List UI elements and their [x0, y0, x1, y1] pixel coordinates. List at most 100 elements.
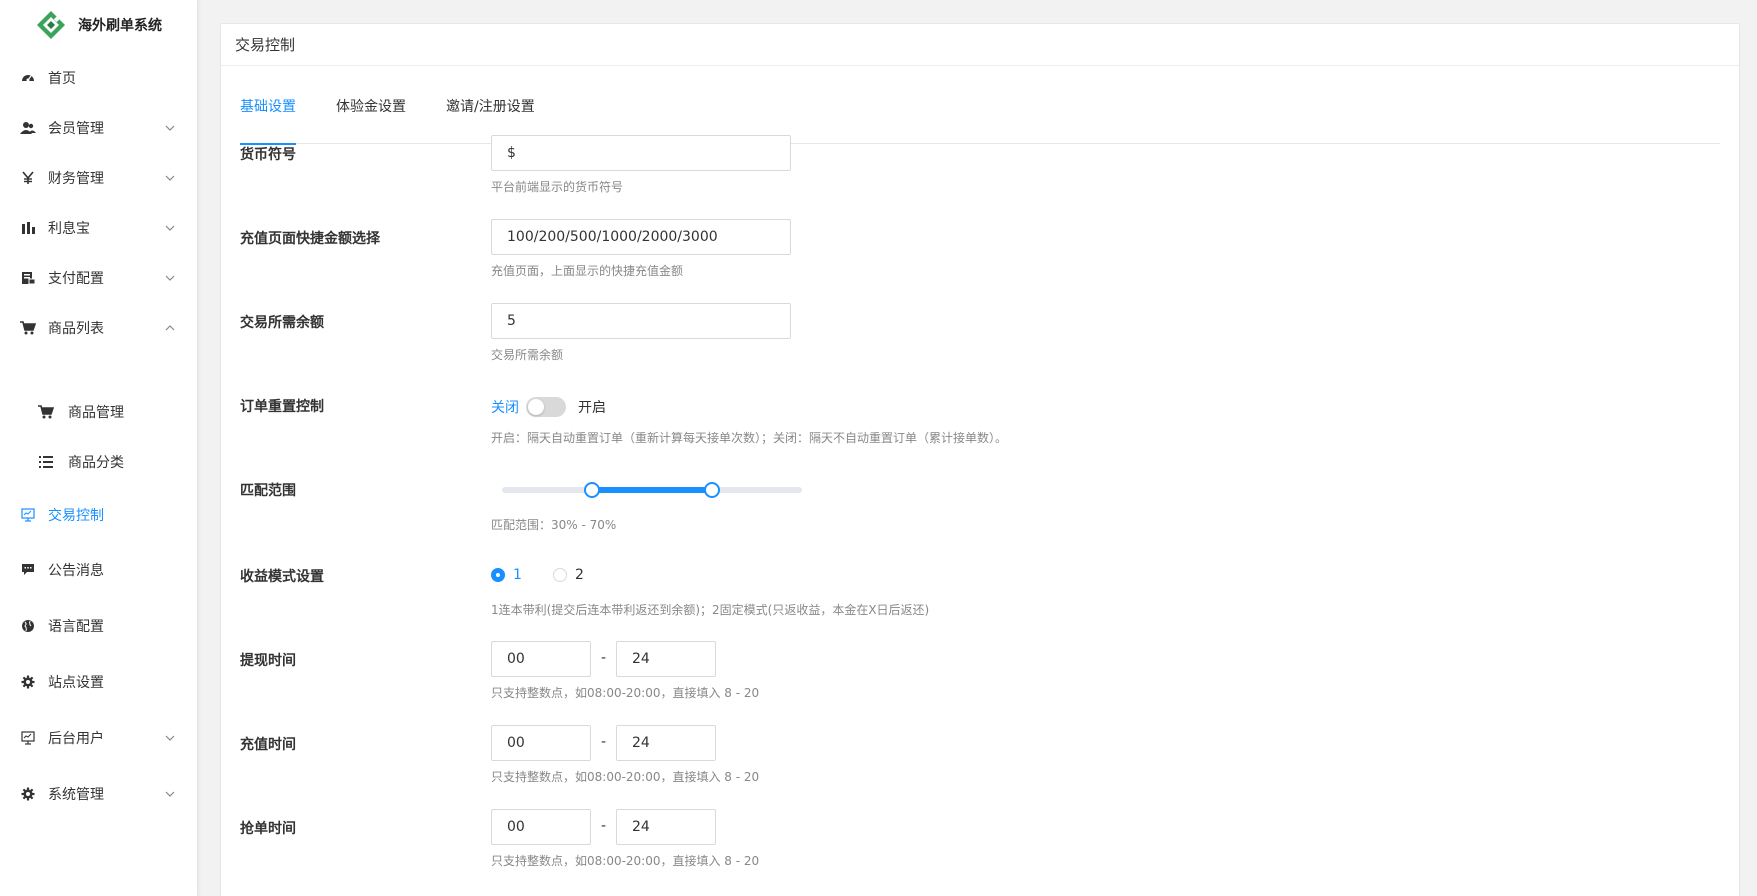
slider-handle-max[interactable] [704, 482, 720, 498]
sidebar-item-site-settings[interactable]: 站点设置 [0, 662, 198, 702]
match-range-slider[interactable] [502, 482, 802, 498]
sidebar-item-finance[interactable]: 财务管理 [0, 158, 198, 198]
yen-icon [20, 170, 36, 186]
switch-off-label: 关闭 [491, 400, 519, 416]
match-range-label: 匹配范围 [240, 483, 296, 499]
users-icon [20, 120, 36, 136]
chevron-up-icon [165, 325, 175, 331]
logo-icon [37, 11, 65, 39]
recharge-start-input[interactable] [491, 725, 591, 761]
grab-start-input[interactable] [491, 809, 591, 845]
message-icon [20, 562, 36, 578]
tab-basic-settings[interactable]: 基础设置 [240, 90, 296, 145]
profit-mode-hint: 1连本带利(提交后连本带利返还到余额)；2固定模式(只返收益，本金在X日后返还) [491, 603, 930, 617]
brand-name: 海外刷单系统 [78, 18, 162, 34]
main-panel: 交易控制 基础设置 体验金设置 邀请/注册设置 货币符号 平台前端显示的货币符号… [220, 23, 1740, 896]
sidebar-item-label: 会员管理 [48, 121, 104, 137]
recharge-time-label: 充值时间 [240, 737, 296, 753]
chevron-down-icon [165, 125, 175, 131]
grab-time-label: 抢单时间 [240, 821, 296, 837]
sidebar-item-language[interactable]: 语言配置 [0, 606, 198, 646]
grab-time-hint: 只支持整数点，如08:00-20:00，直接填入 8 - 20 [491, 854, 760, 868]
time-separator: - [601, 734, 607, 750]
sidebar-item-home[interactable]: 首页 [0, 58, 198, 98]
gear-icon [20, 674, 36, 690]
list-icon [38, 454, 54, 470]
sidebar-item-goods-category[interactable]: 商品分类 [0, 442, 198, 482]
withdraw-start-input[interactable] [491, 641, 591, 677]
tab-bar: 基础设置 体验金设置 邀请/注册设置 [240, 90, 1720, 145]
chevron-down-icon [165, 275, 175, 281]
min-balance-hint: 交易所需余额 [491, 348, 564, 362]
monitor-icon [20, 507, 36, 523]
sidebar-item-label: 首页 [48, 71, 76, 87]
withdraw-time-hint: 只支持整数点，如08:00-20:00，直接填入 8 - 20 [491, 686, 760, 700]
recharge-time-hint: 只支持整数点，如08:00-20:00，直接填入 8 - 20 [491, 770, 760, 784]
sidebar-item-label: 商品分类 [68, 455, 124, 471]
sidebar: 海外刷单系统 首页 会员管理 财务管理 利息宝 支付配置 商品列表 商品管理 商… [0, 0, 198, 896]
sidebar-item-label: 交易控制 [48, 508, 104, 524]
sidebar-item-members[interactable]: 会员管理 [0, 108, 198, 148]
sidebar-item-label: 商品管理 [68, 405, 124, 421]
sidebar-item-label: 站点设置 [48, 675, 104, 691]
order-reset-hint: 开启：隔天自动重置订单（重新计算每天接单次数）；关闭：隔天不自动重置订单（累计接… [491, 431, 1008, 445]
profit-mode-label: 收益模式设置 [240, 569, 324, 585]
sidebar-item-label: 后台用户 [48, 731, 104, 747]
withdraw-end-input[interactable] [616, 641, 716, 677]
sidebar-item-payment[interactable]: 支付配置 [0, 258, 198, 298]
sidebar-item-label: 系统管理 [48, 787, 104, 803]
currency-hint: 平台前端显示的货币符号 [491, 180, 624, 194]
sidebar-item-goods-manage[interactable]: 商品管理 [0, 392, 198, 432]
currency-label: 货币符号 [240, 147, 296, 163]
tab-trial-settings[interactable]: 体验金设置 [336, 90, 406, 144]
profit-mode-radio-1[interactable]: 1 [491, 567, 522, 583]
cart-icon [20, 320, 36, 336]
monitor-icon [20, 730, 36, 746]
toggle-knob [528, 399, 544, 415]
chevron-down-icon [165, 791, 175, 797]
sidebar-item-trade-control[interactable]: 交易控制 [0, 495, 198, 535]
dashboard-icon [20, 70, 36, 86]
bar-chart-icon [20, 220, 36, 236]
brand[interactable]: 海外刷单系统 [0, 0, 197, 50]
globe-icon [20, 618, 36, 634]
chevron-down-icon [165, 175, 175, 181]
profit-mode-radio-2[interactable]: 2 [553, 567, 584, 583]
time-separator: - [601, 650, 607, 666]
sidebar-item-interest[interactable]: 利息宝 [0, 208, 198, 248]
radio-label: 1 [513, 567, 522, 583]
gear-icon [20, 786, 36, 802]
sidebar-item-label: 利息宝 [48, 221, 90, 237]
min-balance-input[interactable] [491, 303, 791, 339]
sidebar-item-label: 公告消息 [48, 563, 104, 579]
sidebar-item-system[interactable]: 系统管理 [0, 774, 198, 814]
sidebar-item-notice[interactable]: 公告消息 [0, 550, 198, 590]
sidebar-item-label: 支付配置 [48, 271, 104, 287]
recharge-end-input[interactable] [616, 725, 716, 761]
order-reset-toggle[interactable] [526, 397, 566, 417]
min-balance-label: 交易所需余额 [240, 315, 324, 331]
withdraw-time-label: 提现时间 [240, 653, 296, 669]
sidebar-item-admin-users[interactable]: 后台用户 [0, 718, 198, 758]
quick-amount-hint: 充值页面，上面显示的快捷充值金额 [491, 264, 684, 278]
payment-icon [20, 270, 36, 286]
switch-on-label: 开启 [578, 400, 606, 416]
sidebar-item-goods-list[interactable]: 商品列表 [0, 308, 198, 348]
cart-icon [38, 404, 54, 420]
sidebar-item-label: 财务管理 [48, 171, 104, 187]
quick-amount-input[interactable] [491, 219, 791, 255]
time-separator: - [601, 818, 607, 834]
chevron-down-icon [165, 225, 175, 231]
sidebar-item-label: 商品列表 [48, 321, 104, 337]
radio-label: 2 [575, 567, 584, 583]
grab-end-input[interactable] [616, 809, 716, 845]
quick-amount-label: 充值页面快捷金额选择 [240, 231, 380, 247]
sidebar-item-label: 语言配置 [48, 619, 104, 635]
radio-dot [491, 568, 505, 582]
slider-handle-min[interactable] [584, 482, 600, 498]
match-range-hint: 匹配范围：30% - 70% [491, 518, 617, 532]
order-reset-label: 订单重置控制 [240, 399, 324, 415]
currency-input[interactable] [491, 135, 791, 171]
radio-dot [553, 568, 567, 582]
chevron-down-icon [165, 735, 175, 741]
